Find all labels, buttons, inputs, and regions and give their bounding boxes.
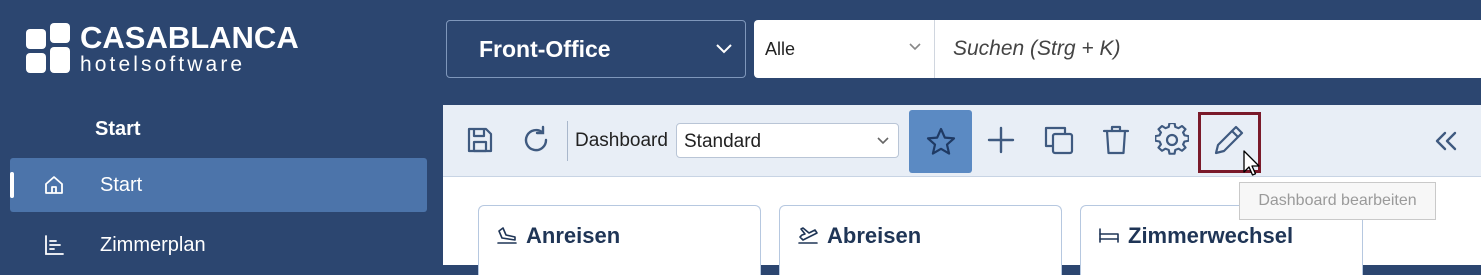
save-icon: [467, 127, 493, 153]
chevron-down-icon: [909, 43, 921, 51]
sidebar-item-label: Start: [100, 173, 143, 196]
refresh-icon: [524, 125, 548, 152]
departure-icon: [798, 227, 818, 244]
favorite-button[interactable]: [909, 110, 972, 173]
copy-icon: [1044, 126, 1074, 155]
chevron-down-icon: [716, 44, 732, 54]
logo-text-line1: CASABLANCA: [80, 20, 299, 55]
double-chevron-left-icon: [1435, 131, 1457, 151]
settings-button[interactable]: [1154, 122, 1190, 158]
sidebar: CASABLANCA hotelsoftware Start Start Zim…: [0, 0, 443, 265]
plus-icon: [987, 126, 1015, 154]
dashboard-toolbar: Dashboard Standard: [443, 105, 1481, 177]
trash-icon: [1102, 125, 1130, 155]
module-select-value: Front-Office: [479, 35, 611, 62]
collapse-panel-button[interactable]: [1429, 125, 1463, 157]
room-plan-icon: [45, 235, 64, 255]
delete-button[interactable]: [1098, 122, 1134, 158]
dashboard-select[interactable]: Standard: [676, 123, 899, 158]
add-button[interactable]: [983, 122, 1019, 158]
dashboard-label: Dashboard: [575, 130, 668, 151]
arrival-icon: [497, 227, 517, 244]
active-marker: [10, 172, 14, 198]
save-button[interactable]: [462, 122, 498, 158]
tooltip: Dashboard bearbeiten: [1239, 182, 1436, 220]
sidebar-section-title: Start: [95, 118, 141, 140]
bed-icon: [1099, 228, 1119, 243]
search-input[interactable]: [935, 20, 1475, 78]
gear-icon: [1155, 123, 1189, 155]
star-icon: [926, 127, 955, 155]
search-scope-select[interactable]: Alle: [754, 20, 935, 78]
sidebar-item-zimmerplan[interactable]: Zimmerplan: [10, 218, 427, 272]
card-title: Zimmerwechsel: [1128, 223, 1294, 248]
logo-text-line2: hotelsoftware: [80, 53, 246, 76]
logo-mark-icon: [26, 22, 70, 75]
chevron-down-icon: [877, 137, 889, 145]
card-title: Abreisen: [827, 223, 922, 248]
sidebar-item-start[interactable]: Start: [10, 158, 427, 212]
card-title: Anreisen: [526, 223, 621, 248]
dashboard-select-value: Standard: [684, 131, 762, 152]
toolbar-divider: [567, 121, 568, 161]
search-bar: Alle: [754, 20, 1481, 78]
search-scope-value: Alle: [765, 38, 796, 59]
refresh-button[interactable]: [518, 122, 554, 158]
casablanca-logo[interactable]: CASABLANCA hotelsoftware: [26, 22, 299, 75]
mouse-cursor-icon: [1243, 150, 1260, 176]
copy-button[interactable]: [1041, 122, 1077, 158]
home-icon: [45, 176, 63, 194]
sidebar-item-label: Zimmerplan: [100, 233, 206, 256]
module-select[interactable]: Front-Office: [446, 20, 746, 78]
